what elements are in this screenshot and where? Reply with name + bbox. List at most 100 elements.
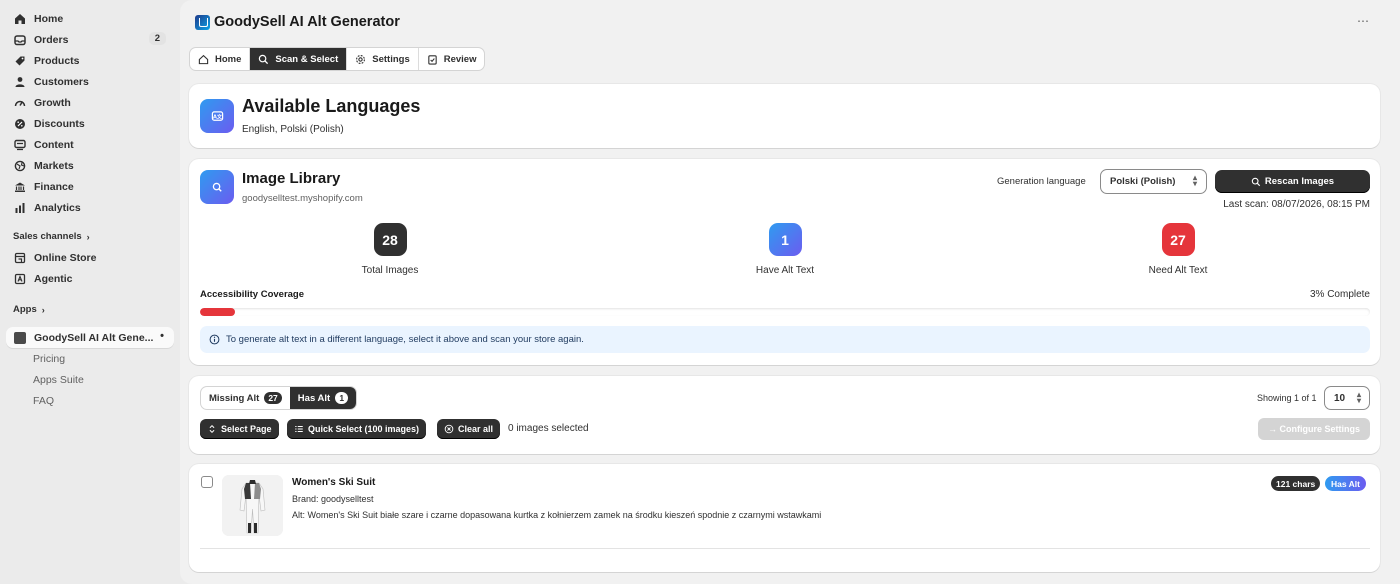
quick-select-button[interactable]: Quick Select (100 images) — [287, 419, 427, 439]
bank-icon — [13, 180, 27, 194]
tab-label: Scan & Select — [275, 53, 339, 65]
clipboard-check-icon — [428, 54, 437, 65]
filter-has-alt[interactable]: Has Alt 1 — [289, 387, 357, 409]
search-icon — [200, 170, 234, 204]
ski-suit-image — [222, 475, 283, 536]
count-badge: 1 — [335, 392, 349, 404]
search-icon — [259, 54, 269, 64]
gear-icon — [356, 54, 366, 64]
clear-all-button[interactable]: Clear all — [437, 419, 501, 439]
sidebar-item-discounts[interactable]: Discounts — [6, 113, 174, 134]
stat-label: Total Images — [361, 265, 419, 276]
sidebar-subitem-faq[interactable]: FAQ — [6, 390, 174, 411]
sidebar-item-finance[interactable]: Finance — [6, 176, 174, 197]
per-page-select[interactable]: 10 ▴ ▾ — [1324, 386, 1370, 410]
sidebar-item-online-store[interactable]: Online Store — [6, 247, 174, 268]
store-icon — [13, 251, 27, 265]
tab-bar: Home Scan & Select Settings Review — [189, 47, 486, 71]
sidebar-item-label: Online Store — [34, 251, 97, 264]
row-checkbox[interactable] — [201, 476, 213, 488]
row-divider — [200, 548, 1370, 549]
info-banner: To generate alt text in a different lang… — [200, 326, 1370, 353]
content-icon — [13, 138, 27, 152]
has-alt-badge: Has Alt — [1325, 476, 1366, 491]
home-icon — [13, 12, 27, 26]
list-icon — [295, 426, 303, 432]
info-icon — [209, 334, 220, 345]
select-value: Polski (Polish) — [1110, 176, 1176, 187]
product-brand: Brand: goodyselltest — [292, 494, 374, 504]
generation-language-label: Generation language — [997, 176, 1086, 187]
sidebar-item-agentic[interactable]: Agentic — [6, 268, 174, 289]
sidebar-item-label: Analytics — [34, 201, 81, 214]
tab-home[interactable]: Home — [190, 48, 251, 70]
sales-channels-label: Sales channels — [13, 231, 82, 242]
coverage-progress-bar — [200, 308, 1370, 316]
rescan-images-button[interactable]: Rescan Images — [1215, 170, 1370, 193]
tab-label: Home — [215, 53, 242, 65]
sidebar-item-analytics[interactable]: Analytics — [6, 197, 174, 218]
pagination-info: Showing 1 of 1 — [1257, 393, 1317, 403]
store-domain: goodyselltest.myshopify.com — [242, 193, 363, 204]
product-title[interactable]: Women's Ski Suit — [292, 477, 375, 488]
sidebar-item-content[interactable]: Content — [6, 134, 174, 155]
languages-list: English, Polski (Polish) — [242, 124, 344, 135]
apps-label: Apps — [13, 304, 37, 315]
select-arrows-icon: ▴ ▾ — [1192, 173, 1197, 188]
select-value: 10 — [1334, 392, 1346, 404]
sidebar-item-products[interactable]: Products — [6, 50, 174, 71]
sales-channels-heading[interactable]: Sales channels › — [6, 226, 174, 247]
agentic-icon — [13, 272, 27, 286]
clear-circle-icon — [444, 424, 454, 434]
sidebar-item-goodysell-app[interactable]: GoodySell AI Alt Gene... • — [6, 327, 174, 348]
stat-value: 1 — [768, 223, 802, 256]
tab-scan-select[interactable]: Scan & Select — [250, 48, 348, 70]
tab-settings[interactable]: Settings — [347, 48, 419, 70]
stat-total-images: 28 Total Images — [300, 223, 480, 276]
tab-review[interactable]: Review — [419, 48, 485, 70]
home-icon — [198, 54, 209, 64]
filter-label: Has Alt — [297, 392, 331, 404]
coverage-label: Accessibility Coverage — [200, 289, 305, 300]
globe-icon — [13, 159, 27, 173]
sidebar-item-label: Agentic — [34, 272, 73, 285]
sidebar: Home Orders 2 Products Customers Growth … — [0, 0, 180, 584]
sidebar-item-label: Markets — [34, 159, 74, 172]
sidebar-item-growth[interactable]: Growth — [6, 92, 174, 113]
pin-dot-icon[interactable]: • — [160, 330, 164, 342]
languages-title: Available Languages — [242, 96, 421, 116]
sidebar-item-label: Orders — [34, 33, 69, 46]
translate-icon: A文 — [200, 99, 234, 133]
sidebar-item-markets[interactable]: Markets — [6, 155, 174, 176]
bar-chart-icon — [13, 201, 27, 215]
chevron-right-icon: › — [41, 304, 45, 315]
coverage-percent: 3% Complete — [1309, 289, 1370, 300]
sidebar-item-label: Finance — [34, 180, 74, 193]
sidebar-item-label: Growth — [34, 96, 71, 109]
product-alt-text: Alt: Women's Ski Suit białe szare i czar… — [292, 510, 822, 520]
last-scan-time: Last scan: 08/07/2026, 08:15 PM — [1223, 199, 1370, 210]
apps-heading[interactable]: Apps › — [6, 299, 174, 320]
app-titlebar: GoodySell AI Alt Generator ⋯ — [180, 0, 1400, 44]
more-actions-icon[interactable]: ⋯ — [1357, 14, 1370, 28]
configure-settings-button[interactable]: → Configure Settings — [1258, 418, 1370, 440]
info-text: To generate alt text in a different lang… — [226, 334, 584, 345]
app-title: GoodySell AI Alt Generator — [214, 14, 400, 30]
person-icon — [13, 75, 27, 89]
app-icon — [13, 331, 27, 345]
main-panel: GoodySell AI Alt Generator ⋯ Home Scan &… — [180, 0, 1400, 584]
select-page-button[interactable]: Select Page — [200, 419, 279, 439]
sidebar-item-label: GoodySell AI Alt Gene... — [34, 331, 154, 344]
sidebar-item-orders[interactable]: Orders 2 — [6, 29, 174, 50]
sidebar-item-label: Discounts — [34, 117, 85, 130]
inbox-icon — [13, 33, 27, 47]
sidebar-subitem-apps-suite[interactable]: Apps Suite — [6, 369, 174, 390]
sidebar-item-home[interactable]: Home — [6, 8, 174, 29]
char-count-badge: 121 chars — [1271, 476, 1321, 491]
tab-label: Settings — [372, 53, 410, 65]
filter-missing-alt[interactable]: Missing Alt 27 — [201, 387, 290, 409]
sidebar-item-customers[interactable]: Customers — [6, 71, 174, 92]
sidebar-subitem-pricing[interactable]: Pricing — [6, 348, 174, 369]
image-library-card: Image Library goodyselltest.myshopify.co… — [189, 159, 1380, 365]
generation-language-select[interactable]: Polski (Polish) ▴ ▾ — [1100, 169, 1207, 194]
